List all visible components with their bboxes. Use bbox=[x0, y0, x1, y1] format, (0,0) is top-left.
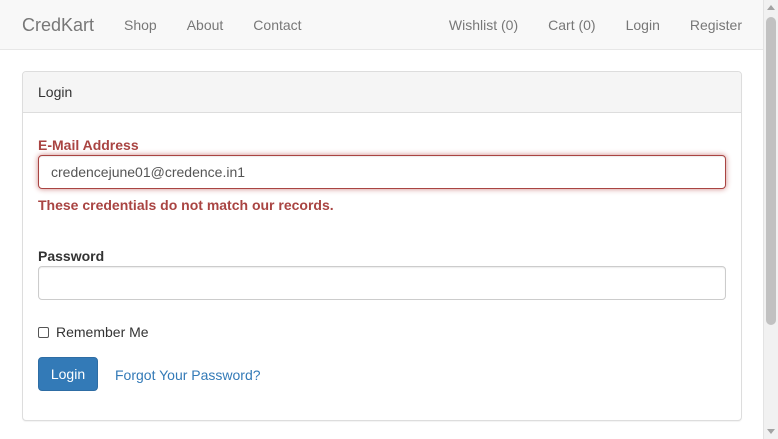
nav-register-link[interactable]: Register bbox=[690, 16, 742, 34]
remember-me[interactable]: Remember Me bbox=[38, 324, 149, 340]
scroll-thumb[interactable] bbox=[766, 17, 776, 325]
email-field[interactable] bbox=[38, 155, 726, 189]
nav-shop-link[interactable]: Shop bbox=[124, 16, 157, 34]
nav-contact-link[interactable]: Contact bbox=[253, 16, 301, 34]
login-submit-button[interactable]: Login bbox=[38, 357, 98, 391]
panel-heading: Login bbox=[23, 72, 741, 113]
nav-about-link[interactable]: About bbox=[187, 16, 224, 34]
navbar: CredKart Shop About Contact Wishlist (0)… bbox=[0, 0, 763, 50]
remember-checkbox[interactable] bbox=[38, 326, 49, 338]
browser-viewport: CredKart Shop About Contact Wishlist (0)… bbox=[0, 0, 778, 439]
email-label: E-Mail Address bbox=[38, 137, 139, 153]
forgot-password-link[interactable]: Forgot Your Password? bbox=[115, 366, 261, 384]
scroll-down-icon[interactable] bbox=[767, 429, 775, 434]
password-field[interactable] bbox=[38, 266, 726, 300]
vertical-scrollbar[interactable] bbox=[763, 0, 778, 439]
email-error-message: These credentials do not match our recor… bbox=[38, 197, 334, 213]
nav-left: Shop About Contact bbox=[124, 16, 332, 34]
nav-wishlist-link[interactable]: Wishlist (0) bbox=[449, 16, 518, 34]
password-label: Password bbox=[38, 248, 105, 264]
nav-login-link[interactable]: Login bbox=[626, 16, 660, 34]
login-panel: Login E-Mail Address These credentials d… bbox=[22, 71, 742, 421]
nav-right: Wishlist (0) Cart (0) Login Register bbox=[419, 16, 742, 34]
remember-label: Remember Me bbox=[56, 324, 149, 340]
scroll-up-icon[interactable] bbox=[767, 5, 775, 10]
brand-link[interactable]: CredKart bbox=[22, 14, 94, 36]
nav-cart-link[interactable]: Cart (0) bbox=[548, 16, 595, 34]
